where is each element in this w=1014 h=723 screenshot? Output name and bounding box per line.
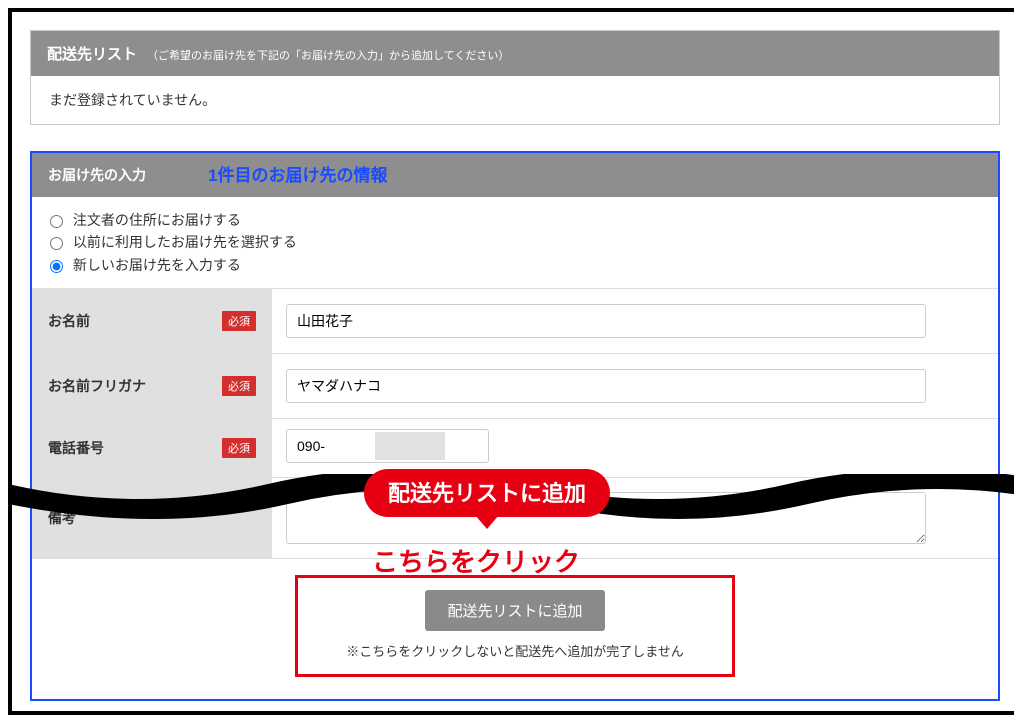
required-badge: 必須 xyxy=(222,311,256,331)
label-phone: 電話番号 必須 xyxy=(32,419,272,477)
entry-panel: お届け先の入力 1件目のお届け先の情報 注文者の住所にお届けする 以前に利用した… xyxy=(30,151,1000,701)
entry-title: お届け先の入力 xyxy=(48,167,146,183)
red-highlight-box: 配送先リストに追加 ※こちらをクリックしないと配送先へ追加が完了しません xyxy=(295,575,735,677)
radio-new-address[interactable]: 新しいお届け先を入力する xyxy=(50,254,980,276)
delivery-list-subtitle: （ご希望のお届け先を下記の「お届け先の入力」から追加してください） xyxy=(147,47,509,63)
label-note: 備考 xyxy=(32,478,272,558)
label-name: お名前 必須 xyxy=(32,289,272,353)
required-badge: 必須 xyxy=(222,376,256,396)
outer-frame: 配送先リスト （ご希望のお届け先を下記の「お届け先の入力」から追加してください）… xyxy=(8,8,1014,715)
callout-bubble: 配送先リストに追加 xyxy=(364,469,610,517)
radio-previous-address[interactable]: 以前に利用したお届け先を選択する xyxy=(50,231,980,253)
callout-click-text: こちらをクリック xyxy=(372,542,580,579)
required-badge: 必須 xyxy=(222,438,256,458)
radio-orderer-address-input[interactable] xyxy=(50,215,63,228)
delivery-list-panel: 配送先リスト （ご希望のお届け先を下記の「お届け先の入力」から追加してください）… xyxy=(30,30,1000,125)
add-to-delivery-list-button[interactable]: 配送先リストに追加 xyxy=(425,590,604,631)
input-name[interactable] xyxy=(286,304,926,338)
input-name-kana[interactable] xyxy=(286,369,926,403)
radio-orderer-address[interactable]: 注文者の住所にお届けする xyxy=(50,209,980,231)
delivery-list-empty: まだ登録されていません。 xyxy=(31,76,999,124)
annotation-first-entry: 1件目のお届け先の情報 xyxy=(208,161,387,186)
radio-group: 注文者の住所にお届けする 以前に利用したお届け先を選択する 新しいお届け先を入力… xyxy=(32,197,998,288)
input-phone[interactable] xyxy=(286,429,489,463)
row-name: お名前 必須 xyxy=(32,288,998,353)
radio-new-address-input[interactable] xyxy=(50,260,63,273)
label-name-kana: お名前フリガナ 必須 xyxy=(32,354,272,418)
delivery-list-title: 配送先リスト xyxy=(47,43,137,64)
submit-note: ※こちらをクリックしないと配送先へ追加が完了しません xyxy=(346,641,684,660)
entry-header: お届け先の入力 1件目のお届け先の情報 xyxy=(32,153,998,197)
radio-previous-address-input[interactable] xyxy=(50,237,63,250)
delivery-list-header: 配送先リスト （ご希望のお届け先を下記の「お届け先の入力」から追加してください） xyxy=(31,31,999,76)
submit-area: 配送先リストに追加 ※こちらをクリックしないと配送先へ追加が完了しません xyxy=(32,558,998,699)
row-name-kana: お名前フリガナ 必須 xyxy=(32,353,998,418)
